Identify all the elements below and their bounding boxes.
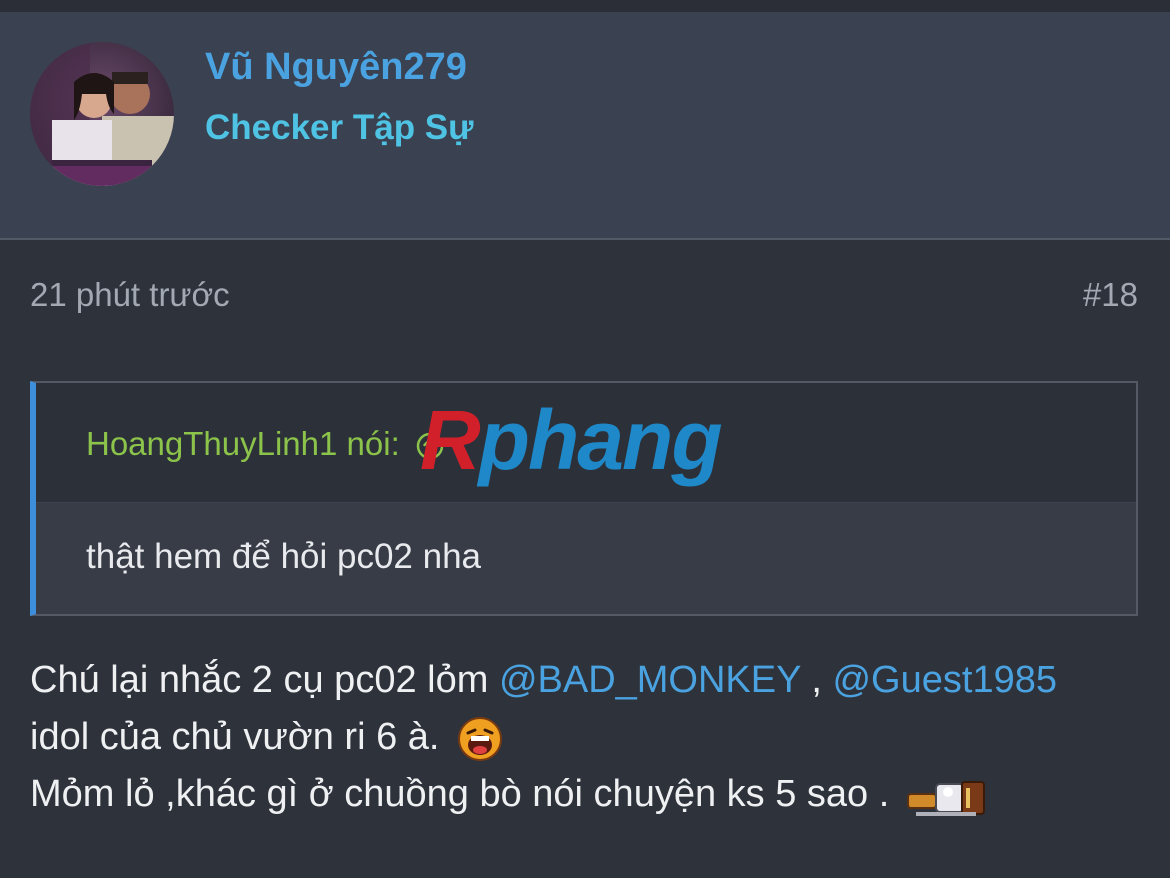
mention-guest1985[interactable]: @Guest1985 [832, 659, 1057, 701]
laughing-face-emoji-icon [456, 715, 504, 763]
post-body: Chú lại nhắc 2 cụ pc02 lỏm @BAD_MONKEY ,… [30, 652, 1150, 823]
post-header: Vũ Nguyên279 Checker Tập Sự [0, 12, 1170, 240]
body-separator: , [800, 659, 833, 701]
avatar-photo [30, 42, 174, 186]
body-line-1: Chú lại nhắc 2 cụ pc02 lỏm @BAD_MONKEY ,… [30, 652, 1150, 709]
author-rank: Checker Tập Sự [205, 108, 474, 147]
post-number[interactable]: #18 [1083, 276, 1138, 314]
arrow-up-circle-icon[interactable] [415, 431, 445, 461]
author-name[interactable]: Vũ Nguyên279 [205, 46, 467, 89]
quote-author-name[interactable]: HoangThuyLinh1 [86, 425, 337, 462]
top-strip [0, 0, 1170, 12]
quote-header: HoangThuyLinh1 nói: [36, 383, 1136, 503]
body-line-3: Mỏm lỏ ,khác gì ở chuồng bò nói chuyện k… [30, 766, 1150, 823]
post-time[interactable]: 21 phút trước [30, 276, 230, 314]
quote-block: HoangThuyLinh1 nói: thật hem để hỏi pc02… [30, 381, 1138, 616]
quote-said-label: nói: [346, 425, 400, 462]
body-text-1: Chú lại nhắc 2 cụ pc02 lỏm [30, 659, 499, 701]
mention-bad-monkey[interactable]: @BAD_MONKEY [499, 659, 801, 701]
body-text-3: Mỏm lỏ ,khác gì ở chuồng bò nói chuyện k… [30, 773, 890, 815]
quote-text: thật hem để hỏi pc02 nha [86, 537, 482, 576]
quote-attribution[interactable]: HoangThuyLinh1 nói: [86, 425, 445, 463]
body-text-2: idol của chủ vườn ri 6 à. [30, 716, 440, 758]
toaster-emoji-icon [906, 772, 990, 820]
avatar[interactable] [30, 42, 174, 186]
body-line-2: idol của chủ vườn ri 6 à. [30, 709, 1150, 766]
